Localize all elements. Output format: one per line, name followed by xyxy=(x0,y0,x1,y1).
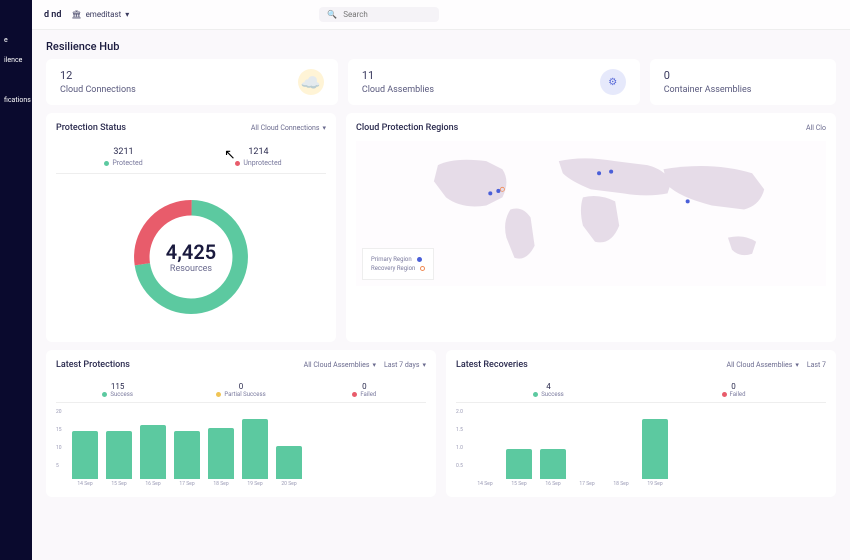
x-label: 14 Sep xyxy=(72,481,98,487)
dot-icon xyxy=(235,161,240,166)
map-panel: Cloud Protection Regions All Clo xyxy=(346,113,836,342)
chevron-down-icon: ▾ xyxy=(125,10,129,19)
x-label: 17 Sep xyxy=(574,481,600,487)
filter-timerange[interactable]: Last 7 xyxy=(807,361,826,369)
stat-cards-row: 12 Cloud Connections ☁️ ↖ 11 Cloud Assem… xyxy=(32,59,850,105)
x-label: 15 Sep xyxy=(506,481,532,487)
logo: d nd xyxy=(44,10,61,20)
x-label: 19 Sep xyxy=(642,481,668,487)
x-label: 18 Sep xyxy=(608,481,634,487)
topbar: d nd 🏛 emeditast ▾ 🔍 xyxy=(32,0,850,30)
org-name: emeditast xyxy=(86,10,122,19)
bar xyxy=(642,419,668,479)
filter-connections[interactable]: All Cloud Connections▾ xyxy=(251,124,326,132)
stat-value: 0 xyxy=(664,69,752,82)
cloud-icon: ☁️ xyxy=(298,69,324,95)
filter-assemblies[interactable]: All Cloud Assemblies▾ xyxy=(304,361,376,369)
protection-status-panel: Protection Status All Cloud Connections▾… xyxy=(46,113,336,342)
stat-label: Cloud Assemblies xyxy=(362,85,434,95)
bar xyxy=(106,431,132,479)
panel-title: Cloud Protection Regions xyxy=(356,123,458,133)
search-container: 🔍 xyxy=(319,7,439,22)
status-legend: 3211 Protected 1214 Unprotected xyxy=(56,141,326,174)
sidebar-item-0[interactable]: e xyxy=(0,30,32,50)
search-input[interactable] xyxy=(343,10,431,19)
bar xyxy=(174,431,200,479)
stat-card-connections[interactable]: 12 Cloud Connections ☁️ ↖ xyxy=(46,59,338,105)
charts-row: Latest Protections All Cloud Assemblies▾… xyxy=(32,350,850,497)
stat-card-containers[interactable]: 0 Container Assemblies xyxy=(650,59,836,105)
sidebar-item-1[interactable]: ilence xyxy=(0,50,32,70)
page-title: Resilience Hub xyxy=(32,30,850,59)
x-label: 16 Sep xyxy=(540,481,566,487)
latest-protections-panel: Latest Protections All Cloud Assemblies▾… xyxy=(46,350,436,497)
status-unprotected: 1214 Unprotected xyxy=(191,141,326,173)
y-axis: 2.01.51.00.5 xyxy=(456,409,463,469)
chart-legend: 115Success 0Partial Success 0Failed xyxy=(56,378,426,403)
world-map[interactable]: Primary Region Recovery Region xyxy=(356,141,826,286)
status-protected: 3211 Protected xyxy=(56,141,191,173)
dot-icon xyxy=(420,266,425,271)
stat-value: 12 xyxy=(60,69,136,82)
latest-recoveries-panel: Latest Recoveries All Cloud Assemblies▾ … xyxy=(446,350,836,497)
panel-title: Protection Status xyxy=(56,123,126,133)
org-selector[interactable]: 🏛 emeditast ▾ xyxy=(71,10,129,19)
x-label: 14 Sep xyxy=(472,481,498,487)
bar xyxy=(540,449,566,479)
dot-icon xyxy=(104,161,109,166)
bar xyxy=(276,446,302,479)
main-content: d nd 🏛 emeditast ▾ 🔍 Resilience Hub 12 C… xyxy=(32,0,850,560)
filter-timerange[interactable]: Last 7 days▾ xyxy=(384,361,426,369)
x-label: 19 Sep xyxy=(242,481,268,487)
protections-bar-chart: 2015105 xyxy=(56,409,426,479)
chevron-down-icon: ▾ xyxy=(372,361,376,369)
x-label: 17 Sep xyxy=(174,481,200,487)
panel-title: Latest Recoveries xyxy=(456,360,528,370)
bar xyxy=(242,419,268,479)
bank-icon: 🏛 xyxy=(71,10,81,19)
x-label: 18 Sep xyxy=(208,481,234,487)
stat-value: 11 xyxy=(362,69,434,82)
chevron-down-icon: ▾ xyxy=(795,361,799,369)
map-legend: Primary Region Recovery Region xyxy=(362,248,434,280)
chevron-down-icon: ▾ xyxy=(322,124,326,132)
bar xyxy=(140,425,166,479)
stat-label: Container Assemblies xyxy=(664,85,752,95)
x-label: 15 Sep xyxy=(106,481,132,487)
x-label: 16 Sep xyxy=(140,481,166,487)
panels-row: Protection Status All Cloud Connections▾… xyxy=(32,113,850,342)
stat-label: Cloud Connections xyxy=(60,85,136,95)
donut-total: 4,425 xyxy=(166,240,216,264)
donut-chart: 4,425 Resources xyxy=(56,182,326,332)
bar xyxy=(72,431,98,479)
chart-legend: 4Success 0Failed xyxy=(456,378,826,403)
y-axis: 2015105 xyxy=(56,409,62,469)
stat-card-assemblies[interactable]: 11 Cloud Assemblies ⚙ xyxy=(348,59,640,105)
filter-map[interactable]: All Clo xyxy=(806,124,826,132)
bar xyxy=(506,449,532,479)
filter-assemblies[interactable]: All Cloud Assemblies▾ xyxy=(727,361,799,369)
dot-icon xyxy=(417,257,422,262)
gear-icon: ⚙ xyxy=(600,69,626,95)
chevron-down-icon: ▾ xyxy=(422,361,426,369)
bar xyxy=(208,428,234,479)
search-icon: 🔍 xyxy=(327,10,337,19)
panel-title: Latest Protections xyxy=(56,360,130,370)
sidebar: e ilence fications xyxy=(0,0,32,560)
recoveries-bar-chart: 2.01.51.00.5 xyxy=(456,409,826,479)
donut-label: Resources xyxy=(166,264,216,274)
sidebar-item-2[interactable]: fications xyxy=(0,90,32,110)
x-label: 20 Sep xyxy=(276,481,302,487)
